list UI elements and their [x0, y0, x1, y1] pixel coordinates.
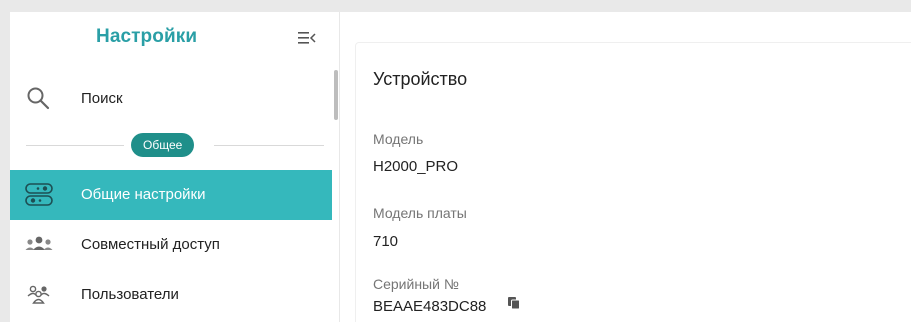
device-card: Устройство Модель H2000_PRO Модель платы…: [355, 42, 911, 322]
sidebar-title: Настройки: [96, 26, 198, 47]
sidebar-item-label: Совместный доступ: [81, 236, 220, 253]
sidebar-item-label: Общие настройки: [81, 186, 206, 203]
sidebar-scrollbar[interactable]: [334, 70, 338, 120]
users-icon: [27, 285, 50, 304]
board-model-label: Модель платы: [373, 205, 467, 221]
copy-icon[interactable]: [507, 296, 521, 310]
sidebar-item-shared-access[interactable]: Совместный доступ: [10, 220, 332, 270]
sidebar-item-general-settings[interactable]: Общие настройки: [10, 170, 332, 220]
board-model-value: 710: [373, 233, 399, 250]
serial-value: BEAAE483DC88: [373, 298, 487, 315]
menu-collapse-icon[interactable]: [298, 30, 316, 46]
card-title: Устройство: [373, 69, 468, 89]
serial-label: Серийный №: [373, 276, 459, 292]
search-label: Поиск: [81, 90, 123, 107]
divider-line-right: [214, 145, 324, 146]
search-icon: [27, 87, 50, 110]
app-window: Настройки Поиск Общее Общие настройки Со…: [10, 12, 911, 322]
sidebar: Настройки Поиск Общее Общие настройки Со…: [10, 12, 340, 322]
people-group-icon: [25, 236, 53, 250]
sidebar-search[interactable]: Поиск: [10, 78, 332, 120]
sidebar-item-label: Пользователи: [81, 286, 179, 303]
section-badge: Общее: [131, 133, 195, 157]
toggles-icon: [25, 183, 53, 206]
sidebar-header: Настройки: [10, 12, 340, 64]
model-label: Модель: [373, 131, 424, 147]
divider-line-left: [26, 145, 124, 146]
sidebar-item-users[interactable]: Пользователи: [10, 270, 332, 320]
model-value: H2000_PRO: [373, 158, 459, 175]
section-divider-general: Общее: [10, 130, 332, 158]
